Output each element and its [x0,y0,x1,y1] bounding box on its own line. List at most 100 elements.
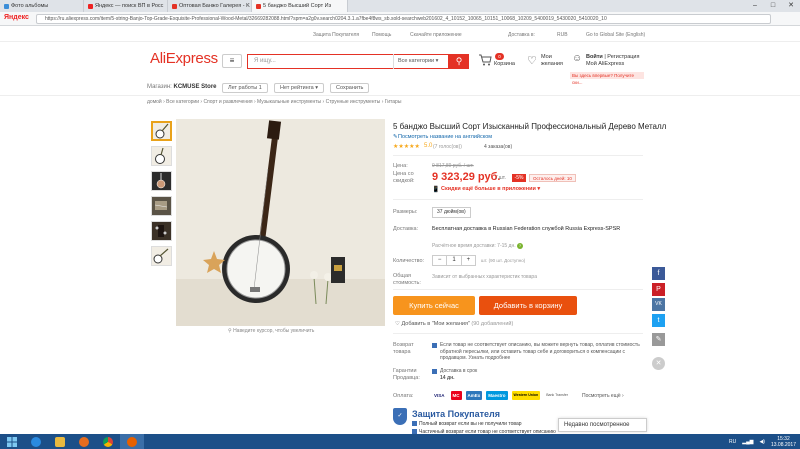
store-info: Магазин: KCMUSE Store [147,84,217,90]
top-nav: Защита Покупателя Помощь Скачайте прилож… [0,27,800,42]
taskbar-media[interactable] [72,434,96,449]
rating-stars: ★★★★★ [393,144,420,150]
global-site-link[interactable]: Go to Global Site (English) [586,32,645,38]
shield-icon: ✓ [393,408,407,425]
network-icon[interactable]: ▂▄▆ [742,439,753,445]
buy-now-button[interactable]: Купить сейчас [393,296,475,315]
taskbar-chrome[interactable] [96,434,120,449]
thumbnail-5[interactable] [151,221,172,241]
quantity-available: шт. (90 шт. Доступно) [481,258,526,263]
tab-yandex[interactable]: Яндекс — поиск ВП в Росс [84,0,168,12]
quantity-increase-button[interactable]: + [460,256,475,265]
pinterest-icon[interactable]: P [652,283,665,296]
cart-icon [479,54,492,66]
account-block: Войти | Регистрация Мой AliExpress [586,54,640,67]
volume-icon[interactable]: ◀) [759,439,765,445]
help-link[interactable]: Помощь [372,32,391,38]
thumbnail-1[interactable] [151,121,172,141]
discount-badge: -5% [512,174,526,182]
breadcrumb[interactable]: домой › Все категории › Спорт и развлече… [147,99,401,105]
menu-icon: ≡ [229,56,235,65]
protection-full-refund: Полный возврат если вы не получили товар [412,421,522,427]
divider [393,199,643,200]
login-link[interactable]: Войти [586,54,603,60]
ship-to-link[interactable]: Доставка в: [508,32,535,38]
store-name-link[interactable]: KCMUSE Store [173,84,216,90]
shipping-info[interactable]: Бесплатная доставка в Russian Federation… [432,226,620,232]
payment-more-link[interactable]: Посмотреть ещё › [582,393,624,399]
folder-icon [55,436,65,447]
my-aliexpress-link[interactable]: Мой AliExpress [586,61,624,67]
twitter-icon[interactable]: t [652,314,665,327]
aliexpress-logo[interactable]: AliExpress [150,50,218,67]
minimize-icon[interactable]: – [746,0,764,12]
tab-favicon-icon [172,3,177,9]
add-to-wishlist-link[interactable]: ♡ Добавить в "Мои желания" (90 добавлени… [395,321,513,327]
quantity-decrease-button[interactable]: − [433,256,448,265]
recently-viewed-button[interactable]: Недавно посмотренное [558,418,647,432]
app-discount-link[interactable]: Скидки ещё больше в приложении ▾ [441,186,540,192]
tab-banjo-product[interactable]: 5 банджо Высший Сорт Из [252,0,348,12]
checkbox-icon [432,342,439,349]
category-menu-button[interactable]: ≡ [222,54,242,68]
taskbar-explorer[interactable] [48,434,72,449]
info-icon[interactable]: ? [517,243,524,249]
system-tray: RU ▂▄▆ ◀) 15:32 13.08.2017 [729,434,796,449]
browser-tab-bar: Фото альбомы Яндекс — поиск ВП в Росс Оп… [0,0,800,12]
vk-icon[interactable]: VK [652,298,665,311]
store-years-badge[interactable]: Лет работы 1 [222,83,268,93]
magnifier-icon: ⚲ [228,328,232,334]
search-category-select[interactable]: Все категории ▾ [393,54,449,69]
yandex-logo[interactable]: Яндекс [4,14,29,21]
url-input[interactable]: https://ru.aliexpress.com/item/5-string-… [36,14,771,24]
window-controls: – □ ✕ [746,0,800,12]
store-bar [0,80,800,96]
divider [393,333,643,334]
cart-link[interactable]: Корзина [478,54,515,67]
main-product-image[interactable] [176,119,385,326]
register-link[interactable]: Регистрация [607,54,639,60]
size-option[interactable]: 37 дюйм(ов) [432,207,471,218]
thumbnail-4[interactable] [151,196,172,216]
media-player-icon [79,436,89,447]
chrome-icon [103,436,113,447]
heart-icon: ♡ [395,321,400,327]
thumbnail-3[interactable] [151,171,172,191]
currency-select[interactable]: RUB [557,32,568,38]
thumbnail-2[interactable] [151,146,172,166]
maximize-icon[interactable]: □ [764,0,782,12]
total-label: Общая стоимость: [393,273,421,286]
start-button[interactable] [0,434,24,449]
save-store-button[interactable]: Сохранить [330,83,370,93]
wishlist-link[interactable]: ♡ Мои желания [527,54,563,67]
clock[interactable]: 15:32 13.08.2017 [771,436,796,448]
search-button[interactable]: ⚲ [449,54,469,69]
new-user-coupon[interactable]: Вы здесь впервые? Получите ски... [570,72,644,85]
thumbnail-6[interactable] [151,246,172,266]
firefox-icon [127,436,137,447]
close-icon[interactable]: ✕ [782,0,800,12]
edit-icon[interactable]: ✎ [652,333,665,346]
mastercard-icon: MC [450,391,462,400]
download-app-link[interactable]: Скачайте приложение [410,32,462,38]
sale-price-label: Цена со скидкой: [393,171,415,184]
reviews-link[interactable]: (7 голос(ов)) [433,144,462,150]
store-rating-badge[interactable]: Нет рейтинга ▾ [274,83,324,93]
language-indicator[interactable]: RU [729,439,736,445]
tab-photo-albums[interactable]: Фото альбомы [0,0,84,12]
close-share-icon[interactable]: ✕ [652,357,665,370]
total-value: Зависит от выбранных характеристик товар… [432,274,537,280]
taskbar-firefox[interactable] [120,434,144,449]
english-title-link[interactable]: Посмотреть название на английском [398,134,492,140]
orders-count: 4 заказа(ов) [484,144,513,150]
quantity-input[interactable]: 1 [447,256,460,265]
facebook-icon[interactable]: f [652,267,665,280]
add-to-cart-button[interactable]: Добавить в корзину [479,296,577,315]
buyer-protection-link[interactable]: Защита Покупателя [313,32,359,38]
return-policy-text: Если товар не соответствует описанию, вы… [440,342,640,361]
tab-banjo-gallery[interactable]: Оптовая Банжо Галерея - K [168,0,252,12]
translate-icon: ✎ [393,134,398,140]
taskbar-ie[interactable] [24,434,48,449]
price-label: Цена: [393,163,408,169]
heart-icon: ♡ [527,55,537,67]
